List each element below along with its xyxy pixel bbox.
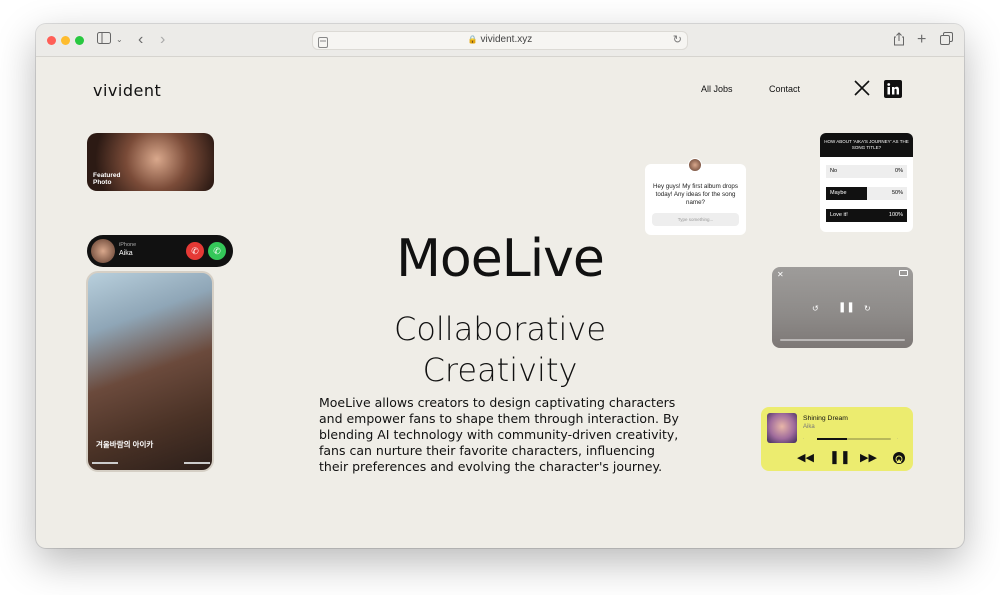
address-bar[interactable]: 🔒 vivident.xyz ↻	[312, 31, 688, 50]
featured-photo-card[interactable]: Featured Photo	[87, 133, 214, 191]
hero-description: MoeLive allows creators to design captiv…	[319, 395, 679, 474]
poll-option-label: No	[830, 168, 838, 174]
remaining-time: ·	[897, 436, 899, 441]
poll-option-pct: 0%	[895, 168, 903, 174]
featured-label-line1: Featured	[93, 172, 121, 179]
minimize-window-button[interactable]	[61, 36, 70, 45]
incoming-call-widget: iPhone Aika ✆ ✆	[87, 235, 233, 267]
rewind-icon[interactable]: ↺	[812, 304, 819, 313]
poll-option[interactable]: No 0%	[826, 165, 907, 178]
caller-avatar	[91, 239, 115, 263]
photo-meta-bar	[92, 461, 210, 466]
airplay-icon[interactable]	[893, 452, 905, 464]
previous-track-icon[interactable]: ◀◀	[797, 451, 814, 464]
browser-window: ⌄ ‹ › 🔒 vivident.xyz ↻ + vivident All Jo…	[36, 24, 964, 548]
forward-icon[interactable]: ↻	[864, 304, 871, 313]
chat-input[interactable]: Type something...	[652, 213, 739, 226]
sidebar-toggle-icon[interactable]	[97, 32, 111, 48]
caller-name: Aika	[119, 250, 133, 257]
phone-down-icon: ✆	[191, 246, 199, 256]
maximize-window-button[interactable]	[75, 36, 84, 45]
featured-label-line2: Photo	[93, 179, 112, 186]
song-artist: Aika	[803, 424, 815, 430]
poll-card: HOW ABOUT 'AIKA'S JOURNEY' AS THE SONG T…	[820, 133, 913, 232]
close-window-button[interactable]	[47, 36, 56, 45]
chat-message: Hey guys! My first album drops today! An…	[653, 183, 738, 206]
back-icon[interactable]: ‹	[138, 32, 143, 48]
lock-icon: 🔒	[467, 35, 478, 44]
nav-link-contact[interactable]: Contact	[769, 84, 800, 94]
poll-option-label: Maybe	[830, 190, 847, 196]
linkedin-icon[interactable]	[884, 80, 902, 98]
phone-icon: ✆	[213, 246, 221, 256]
poll-option[interactable]: Love it! 100%	[826, 209, 907, 222]
accept-call-button[interactable]: ✆	[208, 242, 226, 260]
music-player-card: Shining Dream Aika · · ◀◀ ❚❚ ▶▶	[761, 407, 913, 471]
album-art	[767, 413, 797, 443]
new-tab-icon[interactable]: +	[917, 32, 926, 48]
site-logo[interactable]: vivident	[93, 81, 161, 100]
elapsed-time: ·	[803, 436, 805, 441]
poll-option[interactable]: Maybe 50%	[826, 187, 907, 200]
reload-icon[interactable]: ↻	[673, 33, 682, 46]
next-track-icon[interactable]: ▶▶	[860, 451, 877, 464]
pause-icon[interactable]: ❚❚	[838, 302, 855, 313]
picture-in-picture-icon[interactable]	[899, 270, 908, 276]
url-display: 🔒 vivident.xyz	[313, 34, 687, 45]
call-device-label: iPhone	[119, 242, 137, 248]
url-text: vivident.xyz	[480, 34, 533, 45]
poll-option-pct: 50%	[891, 190, 903, 196]
nav-link-all-jobs[interactable]: All Jobs	[701, 84, 733, 94]
forward-icon[interactable]: ›	[160, 32, 165, 48]
share-icon[interactable]	[893, 32, 905, 48]
web-page: vivident All Jobs Contact MoeLive Collab…	[36, 57, 964, 548]
poll-question: HOW ABOUT 'AIKA'S JOURNEY' AS THE SONG T…	[820, 133, 913, 157]
x-icon[interactable]	[854, 80, 872, 98]
chat-avatar	[688, 158, 702, 172]
video-player-card: ✕ ↺ ❚❚ ↻	[772, 267, 913, 348]
close-icon[interactable]: ✕	[777, 270, 784, 279]
music-progress-fill	[817, 438, 847, 440]
photo-caption: 겨울바람의 아이카	[96, 440, 154, 449]
music-progress-bar[interactable]	[817, 438, 891, 440]
decline-call-button[interactable]: ✆	[186, 242, 204, 260]
pause-button[interactable]: ❚❚	[829, 449, 851, 465]
character-photo-card[interactable]: 겨울바람의 아이카	[86, 271, 214, 472]
chat-card: Hey guys! My first album drops today! An…	[645, 158, 746, 235]
poll-option-label: Love it!	[830, 212, 848, 218]
video-progress-bar[interactable]	[780, 339, 905, 341]
chevron-down-icon[interactable]: ⌄	[116, 32, 123, 48]
browser-toolbar: ⌄ ‹ › 🔒 vivident.xyz ↻ +	[36, 24, 964, 57]
poll-option-pct: 100%	[888, 212, 903, 218]
tab-overview-icon[interactable]	[940, 32, 953, 48]
featured-photo-label: Featured Photo	[93, 172, 120, 186]
song-title: Shining Dream	[803, 415, 848, 422]
